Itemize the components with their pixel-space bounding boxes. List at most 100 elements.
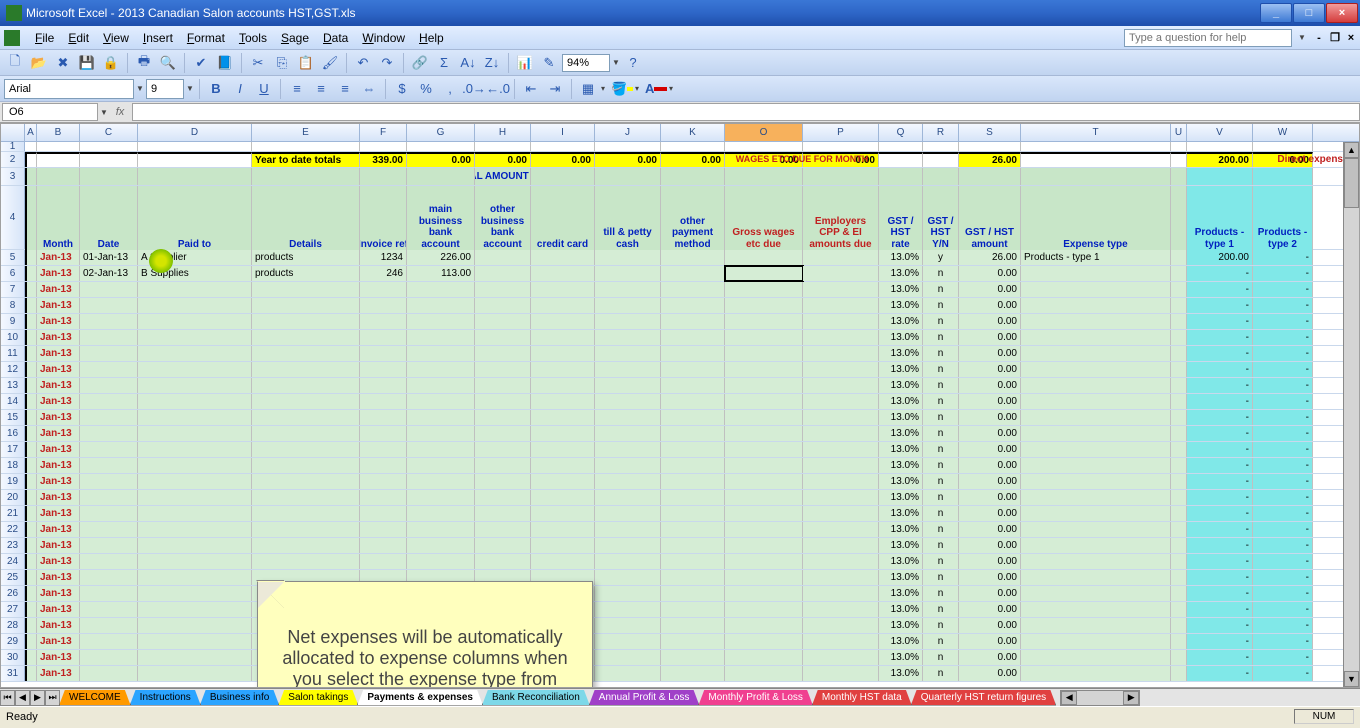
cell-A31[interactable] (25, 666, 37, 681)
cell[interactable] (923, 168, 959, 185)
menu-help[interactable]: Help (412, 29, 451, 47)
cell-R16[interactable]: n (923, 426, 959, 441)
cell-O6[interactable] (725, 266, 803, 281)
cell-Q13[interactable]: 13.0% (879, 378, 923, 393)
cell-J20[interactable] (595, 490, 661, 505)
cell-S28[interactable]: 0.00 (959, 618, 1021, 633)
cell-B29[interactable]: Jan-13 (37, 634, 80, 649)
cell-S16[interactable]: 0.00 (959, 426, 1021, 441)
cell[interactable] (923, 152, 959, 167)
cell[interactable]: 0.00 (595, 152, 661, 167)
cell-U7[interactable] (1171, 282, 1187, 297)
fx-icon[interactable]: fx (112, 106, 128, 118)
cell-E24[interactable] (252, 554, 360, 569)
cell-B30[interactable]: Jan-13 (37, 650, 80, 665)
italic-icon[interactable]: I (229, 78, 251, 100)
percent-icon[interactable]: % (415, 78, 437, 100)
cell-D24[interactable] (138, 554, 252, 569)
cell[interactable] (1171, 168, 1187, 185)
cell-A6[interactable] (25, 266, 37, 281)
cell-Q18[interactable]: 13.0% (879, 458, 923, 473)
name-box[interactable]: O6 (2, 103, 98, 121)
cell-F12[interactable] (360, 362, 407, 377)
cell-O24[interactable] (725, 554, 803, 569)
cell-O8[interactable] (725, 298, 803, 313)
cell-P10[interactable] (803, 330, 879, 345)
cell-K16[interactable] (661, 426, 725, 441)
cell-F7[interactable] (360, 282, 407, 297)
cell-R13[interactable]: n (923, 378, 959, 393)
cell-U6[interactable] (1171, 266, 1187, 281)
cell-T26[interactable] (1021, 586, 1171, 601)
col-header-V[interactable]: V (1187, 124, 1253, 141)
cell-A22[interactable] (25, 522, 37, 537)
cell-V9[interactable]: - (1187, 314, 1253, 329)
cell-U30[interactable] (1171, 650, 1187, 665)
horizontal-scrollbar[interactable]: ◀ ▶ (1060, 690, 1140, 706)
cell-S27[interactable]: 0.00 (959, 602, 1021, 617)
cell-F14[interactable] (360, 394, 407, 409)
cell-C18[interactable] (80, 458, 138, 473)
cell[interactable] (879, 142, 923, 151)
cell-S8[interactable]: 0.00 (959, 298, 1021, 313)
cell-V14[interactable]: - (1187, 394, 1253, 409)
cell-U24[interactable] (1171, 554, 1187, 569)
cell[interactable] (407, 142, 475, 151)
cell-P14[interactable] (803, 394, 879, 409)
cell-D28[interactable] (138, 618, 252, 633)
cell-O14[interactable] (725, 394, 803, 409)
cell-I10[interactable] (531, 330, 595, 345)
cell-Q28[interactable]: 13.0% (879, 618, 923, 633)
cell[interactable] (959, 142, 1021, 151)
cell-D25[interactable] (138, 570, 252, 585)
cell-I22[interactable] (531, 522, 595, 537)
cell-V21[interactable]: - (1187, 506, 1253, 521)
cell-I11[interactable] (531, 346, 595, 361)
cell-O25[interactable] (725, 570, 803, 585)
cell-R10[interactable]: n (923, 330, 959, 345)
fill-color-icon[interactable]: 🪣 (611, 78, 633, 100)
sheet-tab-annual-profit-loss[interactable]: Annual Profit & Loss (589, 690, 700, 706)
cell-O13[interactable] (725, 378, 803, 393)
cell[interactable] (360, 142, 407, 151)
cell-S15[interactable]: 0.00 (959, 410, 1021, 425)
cell[interactable] (725, 168, 803, 185)
cell-W8[interactable]: - (1253, 298, 1313, 313)
cell-H8[interactable] (475, 298, 531, 313)
cell-A20[interactable] (25, 490, 37, 505)
cell-E12[interactable] (252, 362, 360, 377)
cell-B6[interactable]: Jan-13 (37, 266, 80, 281)
cell-O15[interactable] (725, 410, 803, 425)
col-header-F[interactable]: F (360, 124, 407, 141)
cell-H6[interactable] (475, 266, 531, 281)
cell-S20[interactable]: 0.00 (959, 490, 1021, 505)
cell-Q27[interactable]: 13.0% (879, 602, 923, 617)
cell-P29[interactable] (803, 634, 879, 649)
cell-K20[interactable] (661, 490, 725, 505)
cell-H14[interactable] (475, 394, 531, 409)
cell-H21[interactable] (475, 506, 531, 521)
cell-K23[interactable] (661, 538, 725, 553)
increase-decimal-icon[interactable]: .0→ (463, 78, 485, 100)
cell-Q16[interactable]: 13.0% (879, 426, 923, 441)
cell-H7[interactable] (475, 282, 531, 297)
cell-I24[interactable] (531, 554, 595, 569)
cell-P18[interactable] (803, 458, 879, 473)
cell-T11[interactable] (1021, 346, 1171, 361)
cell-P22[interactable] (803, 522, 879, 537)
cell-U10[interactable] (1171, 330, 1187, 345)
align-center-icon[interactable]: ≡ (310, 78, 332, 100)
cell-D27[interactable] (138, 602, 252, 617)
col-header-A[interactable] (25, 186, 37, 250)
cell-K8[interactable] (661, 298, 725, 313)
cell-W16[interactable]: - (1253, 426, 1313, 441)
cell-R5[interactable]: y (923, 250, 959, 265)
cell-V28[interactable]: - (1187, 618, 1253, 633)
cell-V26[interactable]: - (1187, 586, 1253, 601)
cell-J24[interactable] (595, 554, 661, 569)
cell-O22[interactable] (725, 522, 803, 537)
cell-E22[interactable] (252, 522, 360, 537)
cell-S19[interactable]: 0.00 (959, 474, 1021, 489)
cell-T17[interactable] (1021, 442, 1171, 457)
cell-F22[interactable] (360, 522, 407, 537)
